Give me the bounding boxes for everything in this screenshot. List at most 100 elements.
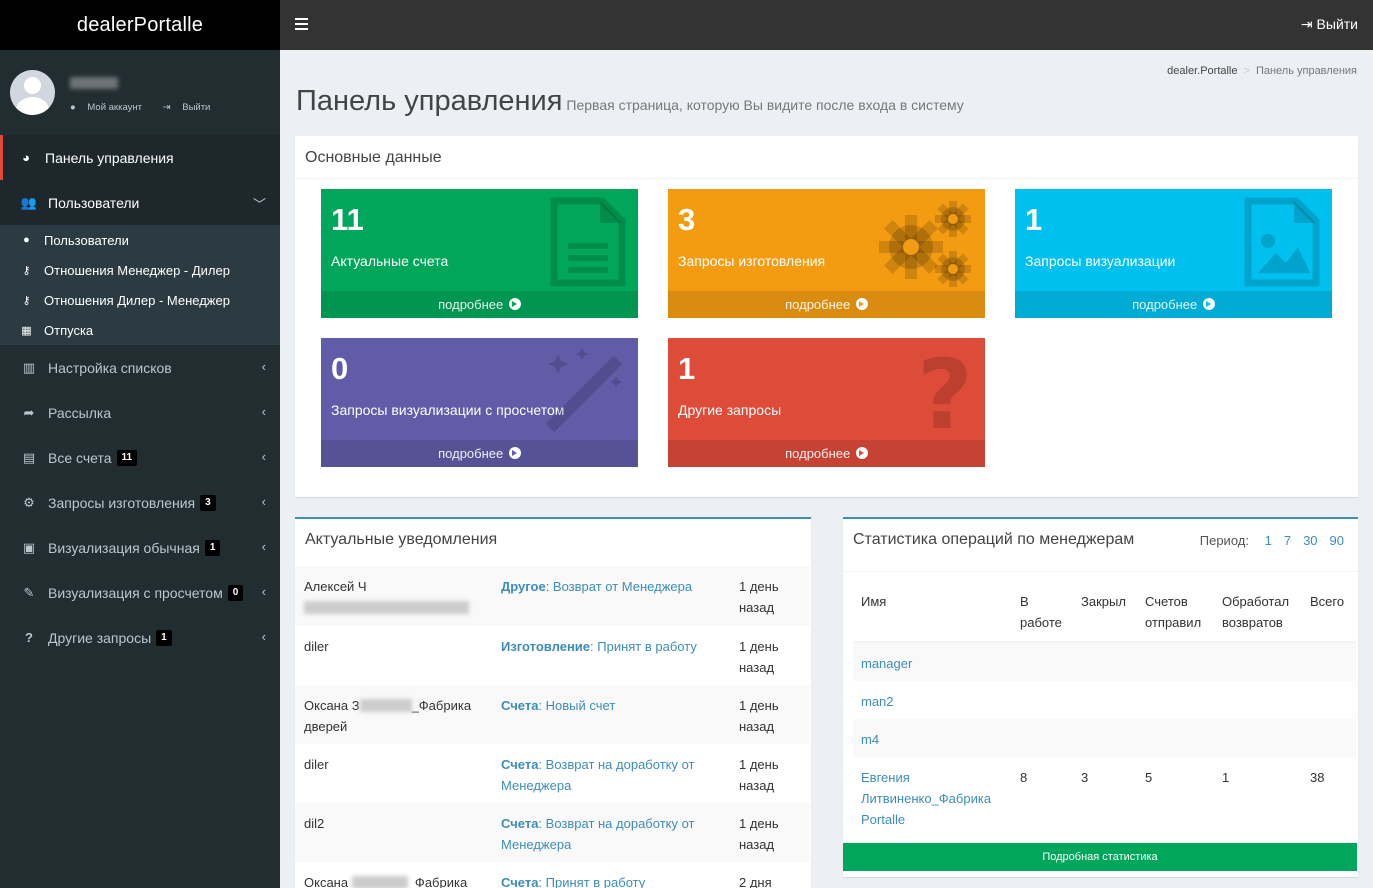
key-icon: ⚷ bbox=[22, 294, 31, 307]
table-row: Оксана _Фабрика Счета: Принят в работу 2… bbox=[304, 875, 772, 888]
my-account-link[interactable]: ● Мой аккаунт bbox=[70, 102, 151, 113]
sidebar-item-invoices[interactable]: ▤ Все счета 11 ‹ bbox=[0, 435, 280, 480]
breadcrumb-home[interactable]: dealer.Portalle bbox=[1167, 65, 1237, 77]
chevron-left-icon: ‹ bbox=[261, 539, 266, 554]
more-link[interactable]: подробнее bbox=[668, 291, 985, 318]
menu-toggle-icon[interactable] bbox=[295, 18, 308, 30]
notification-link[interactable]: Счета bbox=[501, 757, 538, 772]
manager-link[interactable]: Евгения Литвиненко_Фабрика Portalle bbox=[861, 767, 1009, 830]
period-7-link[interactable]: 7 bbox=[1284, 533, 1291, 548]
notification-link[interactable]: Изготовление bbox=[501, 639, 590, 654]
table-row: Евгения Литвиненко_Фабрика Portalle 8 3 … bbox=[853, 757, 1356, 837]
question-icon: ? bbox=[25, 630, 33, 645]
count-badge: 11 bbox=[116, 449, 138, 466]
stat-box-visualization-calc: 0 Запросы визуализации с просчетом подро… bbox=[321, 338, 638, 467]
sign-out-icon: ⇥ bbox=[1300, 16, 1313, 32]
users-submenu: ● Пользователи ⚷ Отношения Менеджер - Диле… bbox=[0, 225, 280, 345]
more-link[interactable]: подробнее bbox=[321, 291, 638, 318]
sidebar-item-production-requests[interactable]: ⚙ Запросы изготовления 3 ‹ bbox=[0, 480, 280, 525]
stat-label: Актуальные счета bbox=[331, 253, 449, 269]
user-circle-icon: ● bbox=[70, 102, 76, 113]
sidebar-logout-link[interactable]: ⇥ Выйти bbox=[163, 102, 220, 113]
table-row: Оксана З _Фабрика дверей Счета: Новый сче… bbox=[295, 685, 810, 744]
image-icon: ▣ bbox=[22, 539, 36, 555]
submenu-item-users[interactable]: ● Пользователи bbox=[0, 225, 280, 255]
count-badge: 1 bbox=[156, 629, 172, 646]
sidebar-item-visualization[interactable]: ▣ Визуализация обычная 1 ‹ bbox=[0, 525, 280, 570]
notification-link[interactable]: Счета bbox=[501, 875, 538, 888]
count-badge: 3 bbox=[200, 494, 216, 511]
key-icon: ⚷ bbox=[22, 264, 31, 277]
sidebar-item-visualization-calc[interactable]: ✎ Визуализация с просчетом 0 ‹ bbox=[0, 570, 280, 615]
table-row: manager bbox=[853, 643, 1356, 681]
manager-link[interactable]: man2 bbox=[861, 691, 1011, 712]
stat-label: Запросы визуализации bbox=[1025, 253, 1176, 269]
notifications-box: Актуальные уведомления Алексей Ч Другое:… bbox=[295, 517, 811, 888]
chevron-left-icon: ‹ bbox=[261, 449, 266, 464]
detailed-stats-button[interactable]: Подробная статистика bbox=[843, 843, 1357, 871]
barcode-icon: ▥ bbox=[22, 359, 36, 375]
stat-box-invoices: 11 Актуальные счета подробнее bbox=[321, 189, 638, 318]
table-row: Алексей Ч Другое: Возврат от Менеджера 1… bbox=[295, 566, 810, 626]
arrow-circle-right-icon bbox=[855, 447, 868, 459]
notification-link[interactable]: Счета bbox=[501, 698, 538, 713]
submenu-item-vacations[interactable]: ▦ Отпуска bbox=[0, 315, 280, 345]
top-navbar: ⇥ Выйти bbox=[280, 0, 1373, 50]
sidebar-item-other-requests[interactable]: ? Другие запросы 1 ‹ bbox=[0, 615, 280, 660]
manager-link[interactable]: m4 bbox=[861, 729, 1011, 750]
arrow-circle-right-icon bbox=[508, 447, 521, 459]
magic-icon bbox=[545, 348, 623, 433]
submenu-item-manager-dealer[interactable]: ⚷ Отношения Менеджер - Дилер bbox=[0, 255, 280, 285]
stats-table-header: Имя В работе Закрыл Счетов отправил Обра… bbox=[853, 589, 1356, 643]
gears-icon bbox=[879, 201, 971, 287]
sidebar-item-dashboard[interactable]: ◕ Панель управления bbox=[0, 135, 280, 180]
submenu-item-dealer-manager[interactable]: ⚷ Отношения Дилер - Менеджер bbox=[0, 285, 280, 315]
svg-text:?: ? bbox=[917, 346, 973, 436]
arrow-circle-right-icon bbox=[1202, 298, 1215, 310]
sign-out-icon: ⇥ bbox=[162, 102, 171, 113]
stat-label: Запросы визуализации с просчетом bbox=[331, 402, 565, 418]
box-title: Основные данные bbox=[305, 149, 442, 166]
notification-link[interactable]: Счета bbox=[501, 816, 538, 831]
page-title: Панель управления Первая страница, котору… bbox=[296, 85, 964, 117]
chevron-left-icon: ‹ bbox=[261, 629, 266, 644]
period-selector: Период: 1 7 30 90 bbox=[1199, 533, 1344, 548]
sidebar-item-lists[interactable]: ▥ Настройка списков ‹ bbox=[0, 345, 280, 390]
sidebar-menu: ◕ Панель управления 👥 Пользователи ﹀ ● По… bbox=[0, 135, 280, 660]
file-icon: ▤ bbox=[22, 449, 36, 465]
breadcrumb: dealer.Portalle > Панель управления bbox=[1167, 65, 1357, 77]
stat-number: 1 bbox=[678, 351, 696, 386]
manager-link[interactable]: manager bbox=[861, 653, 1011, 674]
notification-link[interactable]: Другое bbox=[501, 579, 546, 594]
chevron-left-icon: ‹ bbox=[261, 404, 266, 419]
table-row: diler Изготовление: Принят в работу 1 де… bbox=[304, 639, 779, 675]
more-link[interactable]: подробнее bbox=[321, 440, 638, 467]
period-30-link[interactable]: 30 bbox=[1303, 533, 1317, 548]
stat-label: Другие запросы bbox=[678, 402, 782, 418]
app-logo[interactable]: dealerPortalle bbox=[0, 0, 280, 50]
count-badge: 0 bbox=[227, 584, 244, 601]
user-name-redacted bbox=[70, 77, 118, 89]
gears-icon: ⚙ bbox=[23, 494, 35, 510]
period-1-link[interactable]: 1 bbox=[1265, 533, 1272, 548]
manager-stats-box: Статистика операций по менеджерам Период… bbox=[843, 517, 1358, 877]
stat-number: 0 bbox=[331, 351, 349, 386]
table-row: m4 bbox=[853, 719, 1356, 757]
period-90-link[interactable]: 90 bbox=[1330, 533, 1344, 548]
user-icon: ● bbox=[23, 234, 30, 246]
logout-button[interactable]: ⇥ Выйти bbox=[1301, 16, 1358, 33]
stat-number: 11 bbox=[331, 202, 364, 237]
arrow-circle-right-icon bbox=[855, 298, 868, 310]
chevron-left-icon: ‹ bbox=[261, 584, 266, 599]
more-link[interactable]: подробнее bbox=[668, 440, 985, 467]
sidebar-item-mailing[interactable]: ➦ Рассылка ‹ bbox=[0, 390, 280, 435]
sidebar: dealerPortalle ● Мой аккаунт ⇥ Выйти ◕ П… bbox=[0, 0, 280, 888]
chevron-left-icon: ‹ bbox=[261, 359, 266, 374]
more-link[interactable]: подробнее bbox=[1015, 291, 1332, 318]
sidebar-item-users[interactable]: 👥 Пользователи ﹀ bbox=[0, 180, 280, 225]
magic-icon: ✎ bbox=[23, 584, 35, 600]
chevron-down-icon: ﹀ bbox=[252, 197, 266, 212]
box-title: Статистика операций по менеджерам bbox=[853, 531, 1135, 548]
count-badge: 1 bbox=[204, 539, 221, 556]
stat-box-other: 1 Другие запросы ? подробнее bbox=[668, 338, 985, 467]
